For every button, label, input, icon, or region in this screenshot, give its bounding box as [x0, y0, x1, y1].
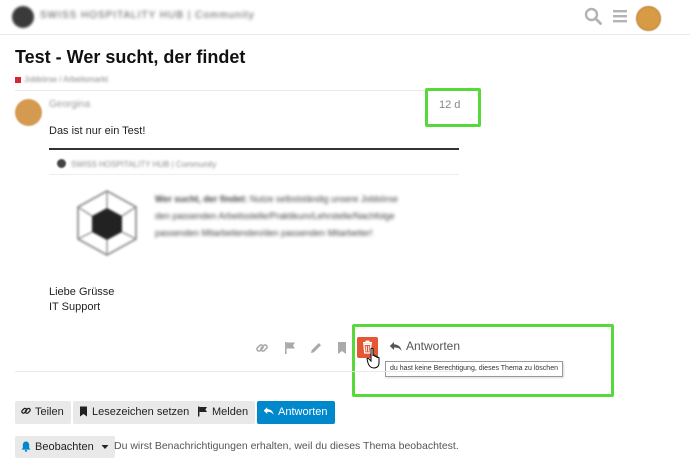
- embed-text-line-3: passenden Mitarbeitenden/den passenden M…: [155, 228, 373, 238]
- reply-button[interactable]: Antworten: [257, 401, 335, 424]
- category-name: Jobbörse / Arbeitsmarkt: [24, 75, 109, 85]
- embed-divider: [49, 174, 459, 175]
- flag-button[interactable]: Melden: [191, 401, 256, 424]
- embed-top-bar: [49, 148, 459, 150]
- category-badge[interactable]: Jobbörse / Arbeitsmarkt: [15, 71, 109, 85]
- highlight-box-date: [425, 88, 481, 127]
- embed-text-line-1: Wer sucht, der findet: Nutze selbstständ…: [155, 194, 398, 204]
- post-divider: [15, 371, 458, 372]
- bookmark-icon: [80, 406, 87, 417]
- search-icon[interactable]: [584, 7, 602, 25]
- link-icon[interactable]: [255, 341, 269, 355]
- topic-title[interactable]: Test - Wer sucht, der findet: [15, 47, 245, 68]
- embed-text-line-2: den passenden Arbeitsstelle/Praktikum/Le…: [155, 211, 395, 221]
- link-icon: [21, 407, 31, 414]
- notification-description: Du wirst Benachrichtigungen erhalten, we…: [114, 440, 459, 452]
- post-signature: IT Support: [49, 301, 101, 313]
- notification-level-label: Beobachten: [35, 441, 94, 453]
- bell-icon: [21, 441, 31, 452]
- bookmark-icon[interactable]: [335, 341, 349, 355]
- post-username[interactable]: Georgina: [49, 99, 90, 110]
- site-logo-text[interactable]: SWISS HOSPITALITY HUB | Community: [40, 10, 255, 21]
- embed-site-name: SWISS HOSPITALITY HUB | Community: [71, 160, 217, 169]
- notification-level-dropdown[interactable]: Beobachten: [15, 436, 115, 458]
- post-greeting: Liebe Grüsse: [49, 286, 115, 298]
- post-embedded-image[interactable]: SWISS HOSPITALITY HUB | Community Wer su…: [49, 148, 459, 271]
- category-color-dot: [15, 76, 21, 83]
- post-author-avatar[interactable]: [15, 99, 42, 126]
- embed-logo-icon: [57, 159, 66, 168]
- post-body-text: Das ist nur ein Test!: [49, 125, 146, 137]
- share-button[interactable]: Teilen: [15, 401, 71, 424]
- reply-button-label: Antworten: [278, 406, 328, 418]
- topic-divider: [15, 90, 458, 91]
- site-logo[interactable]: [12, 6, 34, 28]
- pencil-icon[interactable]: [309, 341, 323, 355]
- user-avatar[interactable]: [636, 6, 661, 31]
- flag-button-label: Melden: [212, 406, 249, 418]
- caret-down-icon: [101, 445, 109, 450]
- bookmark-button[interactable]: Lesezeichen setzen: [73, 401, 197, 424]
- share-button-label: Teilen: [35, 406, 64, 418]
- hamburger-menu-icon[interactable]: [612, 8, 628, 24]
- flag-icon: [198, 406, 207, 417]
- flag-icon[interactable]: [283, 341, 297, 355]
- embed-heading-rest: Nutze selbstständig unsere Jobbörse: [247, 194, 398, 204]
- hexagon-cube-icon: [77, 189, 137, 257]
- highlight-box-actions: [352, 324, 614, 397]
- bookmark-button-label: Lesezeichen setzen: [92, 406, 190, 418]
- embed-heading: Wer sucht, der findet:: [155, 194, 248, 204]
- reply-arrow-icon: [263, 407, 274, 415]
- site-header: SWISS HOSPITALITY HUB | Community: [0, 0, 690, 35]
